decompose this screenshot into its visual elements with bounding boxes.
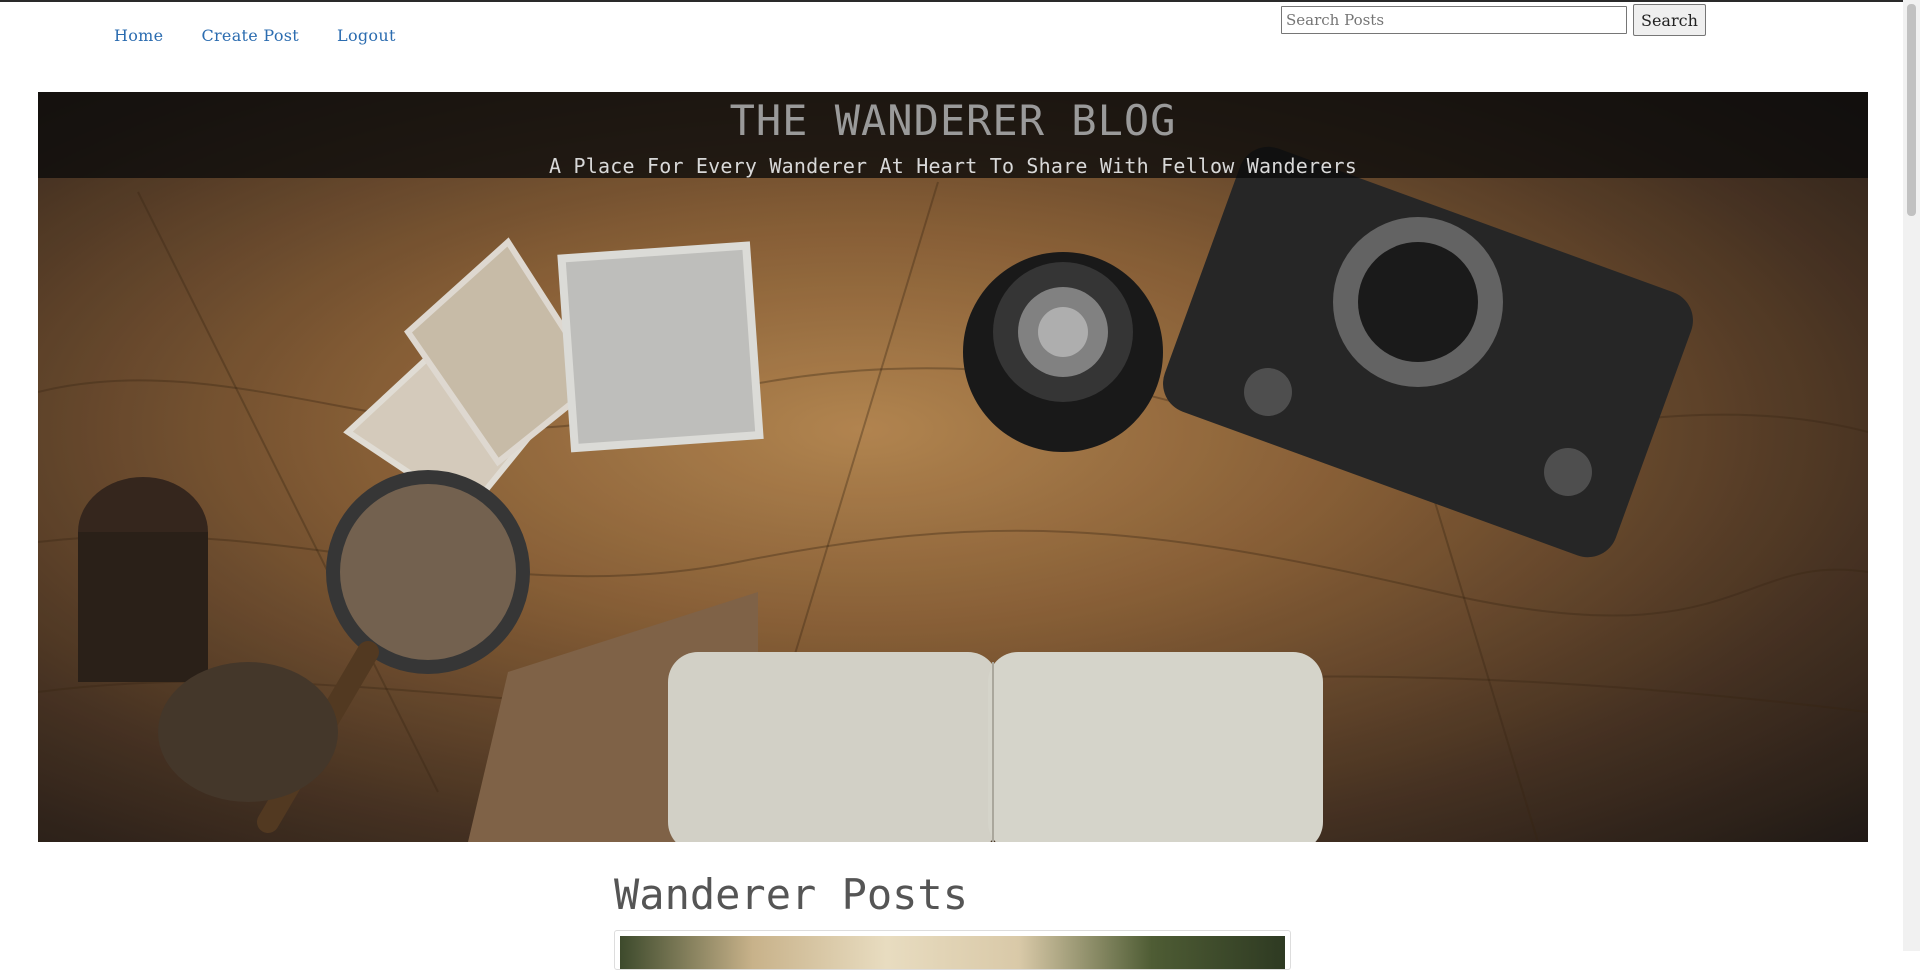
blog-subtitle: A Place For Every Wanderer At Heart To S…	[549, 154, 1357, 178]
nav-home-link[interactable]: Home	[114, 26, 163, 45]
search-input[interactable]	[1281, 6, 1627, 34]
top-navigation: Home Create Post Logout Search	[0, 2, 1900, 72]
nav-create-post-link[interactable]: Create Post	[201, 26, 299, 45]
nav-links: Home Create Post Logout	[114, 26, 434, 45]
post-thumbnail[interactable]	[620, 936, 1285, 969]
nav-logout-link[interactable]: Logout	[337, 26, 396, 45]
post-card[interactable]	[614, 930, 1291, 970]
posts-section-title: Wanderer Posts	[614, 870, 969, 919]
search-button[interactable]: Search	[1633, 4, 1706, 36]
hero-banner: THE WANDERER BLOG A Place For Every Wand…	[38, 92, 1868, 842]
scrollbar-thumb[interactable]	[1907, 4, 1916, 216]
search-form: Search	[1281, 4, 1706, 36]
hero-image	[38, 92, 1868, 842]
blog-title: THE WANDERER BLOG	[729, 96, 1177, 145]
vertical-scrollbar[interactable]	[1903, 0, 1920, 951]
